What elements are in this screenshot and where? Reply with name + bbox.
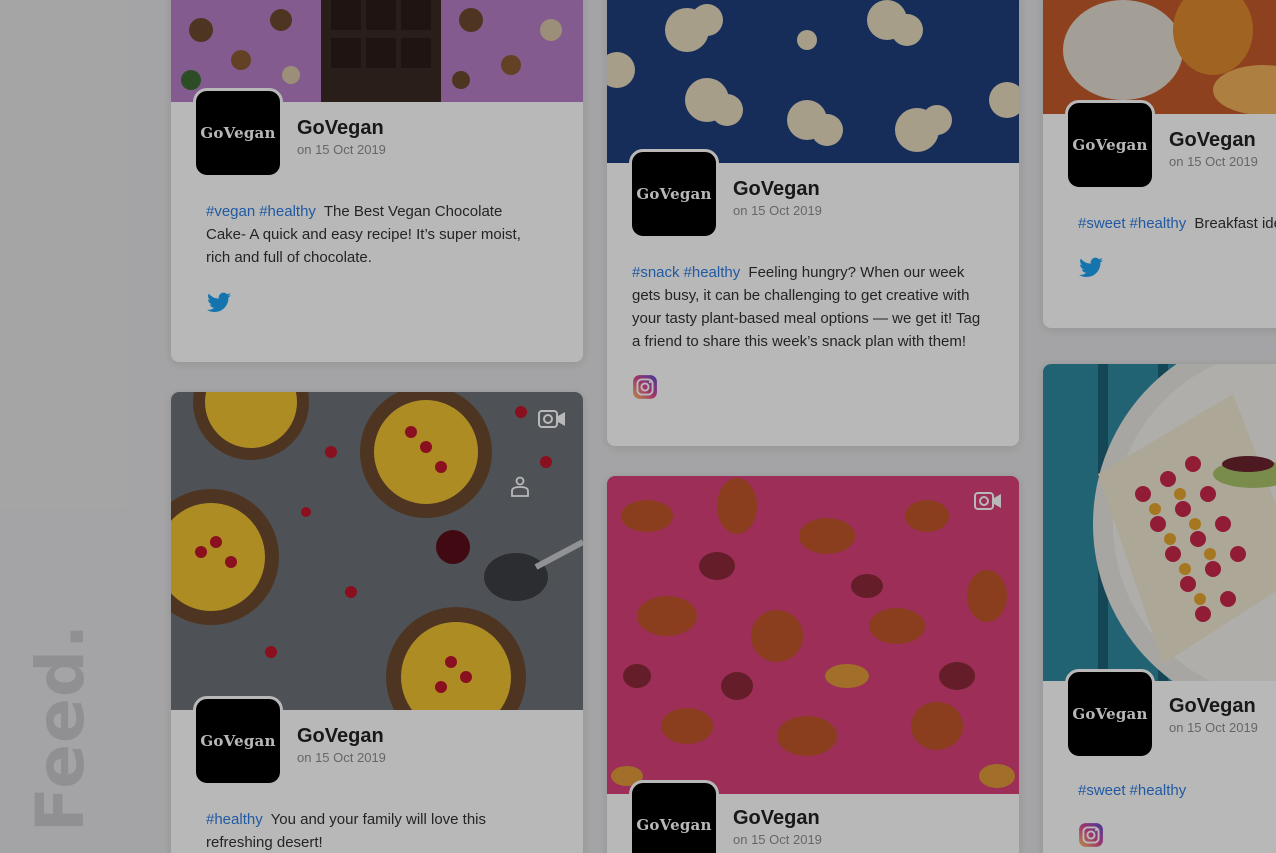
post-image[interactable] — [1043, 364, 1276, 681]
post-date: on 15 Oct 2019 — [297, 142, 386, 157]
author-name[interactable]: GoVegan — [1169, 695, 1256, 718]
post-text: #vegan #healthy The Best Vegan Chocolate … — [206, 200, 546, 269]
hashtag[interactable]: #snack — [632, 264, 680, 281]
hashtag[interactable]: #sweet — [1078, 782, 1126, 799]
post-card[interactable]: GoVegan GoVegan on 15 Oct 2019 #snack #he… — [607, 0, 1019, 446]
hashtag[interactable]: #healthy — [1130, 215, 1187, 232]
avatar[interactable]: GoVegan — [193, 88, 283, 178]
user-icon[interactable] — [510, 476, 530, 498]
hashtag[interactable]: #vegan — [206, 203, 255, 220]
post-image[interactable] — [171, 0, 583, 102]
video-icon[interactable] — [974, 490, 1002, 512]
post-text: #snack #healthy Feeling hungry? When our … — [632, 261, 992, 353]
post-date: on 15 Oct 2019 — [733, 832, 822, 847]
post-text: #sweet #healthy — [1078, 779, 1276, 802]
author-name[interactable]: GoVegan — [733, 178, 820, 201]
avatar[interactable]: GoVegan — [1065, 669, 1155, 759]
hashtag[interactable]: #sweet — [1078, 215, 1126, 232]
twitter-icon[interactable] — [206, 290, 232, 316]
post-date: on 15 Oct 2019 — [1169, 720, 1258, 735]
twitter-icon[interactable] — [1078, 255, 1104, 281]
instagram-icon[interactable] — [632, 374, 658, 400]
post-image[interactable] — [607, 0, 1019, 163]
instagram-icon[interactable] — [1078, 822, 1104, 848]
post-card[interactable]: GoVegan GoVegan on 15 Oct 2019 #sweet #he… — [1043, 364, 1276, 853]
post-date: on 15 Oct 2019 — [733, 203, 822, 218]
feed-page: Feed. GoVegan GoVegan on 15 Oct 2019 #ve… — [0, 0, 1276, 853]
post-image[interactable] — [607, 476, 1019, 794]
feed-title: Feed. — [22, 622, 100, 832]
post-date: on 15 Oct 2019 — [297, 750, 386, 765]
post-body: Breakfast ide — [1194, 215, 1276, 232]
hashtag[interactable]: #healthy — [684, 264, 741, 281]
video-icon[interactable] — [538, 408, 566, 430]
avatar[interactable]: GoVegan — [193, 696, 283, 786]
post-date: on 15 Oct 2019 — [1169, 154, 1258, 169]
post-image[interactable] — [171, 392, 583, 710]
avatar[interactable]: GoVegan — [629, 780, 719, 853]
post-image[interactable] — [1043, 0, 1276, 114]
post-card[interactable]: GoVegan GoVegan on 15 Oct 2019 #healthy … — [171, 392, 583, 853]
avatar[interactable]: GoVegan — [1065, 100, 1155, 190]
post-card[interactable]: GoVegan GoVegan on 15 Oct 2019 #sweet #he… — [1043, 0, 1276, 328]
post-card[interactable]: GoVegan GoVegan on 15 Oct 2019 — [607, 476, 1019, 853]
author-name[interactable]: GoVegan — [1169, 129, 1256, 152]
post-text: #healthy You and your family will love t… — [206, 808, 536, 853]
hashtag[interactable]: #healthy — [1130, 782, 1187, 799]
post-text: #sweet #healthy Breakfast ide — [1078, 212, 1276, 235]
avatar[interactable]: GoVegan — [629, 149, 719, 239]
author-name[interactable]: GoVegan — [733, 807, 820, 830]
post-card[interactable]: GoVegan GoVegan on 15 Oct 2019 #vegan #he… — [171, 0, 583, 362]
author-name[interactable]: GoVegan — [297, 725, 384, 748]
author-name[interactable]: GoVegan — [297, 117, 384, 140]
hashtag[interactable]: #healthy — [259, 203, 316, 220]
hashtag[interactable]: #healthy — [206, 811, 263, 828]
